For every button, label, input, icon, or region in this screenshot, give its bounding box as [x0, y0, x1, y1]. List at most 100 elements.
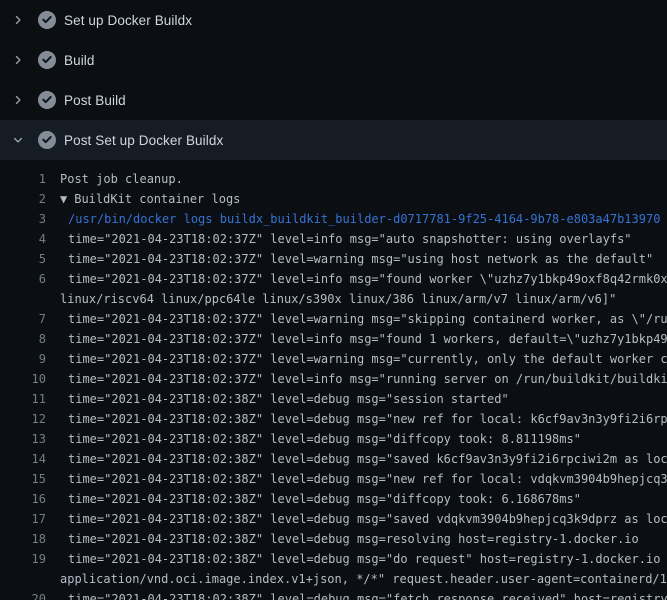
log-line-number[interactable]: 5	[0, 249, 46, 269]
check-circle-icon	[38, 131, 56, 149]
log-line-content: time="2021-04-23T18:02:37Z" level=warnin…	[68, 252, 653, 266]
log-line-content: time="2021-04-23T18:02:38Z" level=debug …	[68, 472, 667, 486]
log-line: 20 time="2021-04-23T18:02:38Z" level=deb…	[0, 589, 667, 600]
log-line-text: time="2021-04-23T18:02:37Z" level=info m…	[46, 269, 667, 289]
log-line: 5 time="2021-04-23T18:02:37Z" level=warn…	[0, 249, 667, 269]
check-circle-icon	[38, 51, 56, 69]
log-line: 12 time="2021-04-23T18:02:38Z" level=deb…	[0, 409, 667, 429]
log-line-content: application/vnd.oci.image.index.v1+json,…	[60, 572, 667, 586]
log-line-content: /usr/bin/docker logs buildx_buildkit_bui…	[68, 212, 660, 226]
log-line-content: BuildKit container logs	[74, 192, 240, 206]
log-line: 3 /usr/bin/docker logs buildx_buildkit_b…	[0, 209, 667, 229]
log-line-text: time="2021-04-23T18:02:37Z" level=warnin…	[46, 349, 667, 369]
log-line-text: time="2021-04-23T18:02:37Z" level=info m…	[46, 329, 667, 349]
log-line-number[interactable]: 20	[0, 589, 46, 600]
step-header[interactable]: Set up Docker Buildx	[0, 0, 667, 40]
log-line-number[interactable]: 2	[0, 189, 46, 209]
log-line-number[interactable]: 11	[0, 389, 46, 409]
log-line: 13 time="2021-04-23T18:02:38Z" level=deb…	[0, 429, 667, 449]
log-line-text: time="2021-04-23T18:02:37Z" level=info m…	[46, 369, 667, 389]
log-line-content: linux/riscv64 linux/ppc64le linux/s390x …	[60, 292, 616, 306]
step-title: Post Set up Docker Buildx	[64, 133, 223, 148]
log-line-number[interactable]: 6	[0, 269, 46, 289]
log-line-content: time="2021-04-23T18:02:38Z" level=debug …	[68, 432, 581, 446]
check-circle-icon	[38, 11, 56, 29]
log-line-content: time="2021-04-23T18:02:38Z" level=debug …	[68, 452, 667, 466]
log-line: application/vnd.oci.image.index.v1+json,…	[0, 569, 667, 589]
log-line-content: time="2021-04-23T18:02:37Z" level=warnin…	[68, 312, 667, 326]
log-line-number[interactable]: 8	[0, 329, 46, 349]
log-line-number[interactable]: 16	[0, 489, 46, 509]
log-line-text: time="2021-04-23T18:02:38Z" level=debug …	[46, 449, 667, 469]
group-expanded-triangle-icon[interactable]: ▼	[60, 192, 67, 206]
log-line-content: time="2021-04-23T18:02:37Z" level=info m…	[68, 232, 632, 246]
log-line-number[interactable]: 17	[0, 509, 46, 529]
log-area: 1 Post job cleanup. 2 ▼ BuildKit containe…	[0, 160, 667, 600]
log-line-number[interactable]	[0, 289, 46, 309]
log-line: 4 time="2021-04-23T18:02:37Z" level=info…	[0, 229, 667, 249]
log-line-number[interactable]: 1	[0, 169, 46, 189]
log-line-text: time="2021-04-23T18:02:38Z" level=debug …	[46, 549, 667, 569]
log-line-text: /usr/bin/docker logs buildx_buildkit_bui…	[46, 209, 660, 229]
log-line: 11 time="2021-04-23T18:02:38Z" level=deb…	[0, 389, 667, 409]
log-line-number[interactable]: 18	[0, 529, 46, 549]
log-line: 1 Post job cleanup.	[0, 169, 667, 189]
step-header[interactable]: Post Set up Docker Buildx	[0, 120, 667, 160]
chevron-right-icon[interactable]	[12, 14, 24, 26]
log-line-content: time="2021-04-23T18:02:38Z" level=debug …	[68, 512, 667, 526]
log-line-text: time="2021-04-23T18:02:38Z" level=debug …	[46, 429, 581, 449]
log-line-text: time="2021-04-23T18:02:38Z" level=debug …	[46, 469, 667, 489]
log-line: 17 time="2021-04-23T18:02:38Z" level=deb…	[0, 509, 667, 529]
log-line-content: time="2021-04-23T18:02:38Z" level=debug …	[68, 552, 667, 566]
log-line-number[interactable]: 19	[0, 549, 46, 569]
log-line-text: time="2021-04-23T18:02:37Z" level=warnin…	[46, 249, 653, 269]
log-line-text: linux/riscv64 linux/ppc64le linux/s390x …	[46, 289, 616, 309]
log-line-text: time="2021-04-23T18:02:37Z" level=warnin…	[46, 309, 667, 329]
log-line-text: time="2021-04-23T18:02:38Z" level=debug …	[46, 529, 639, 549]
log-line-text: time="2021-04-23T18:02:38Z" level=debug …	[46, 589, 667, 600]
log-line[interactable]: 2 ▼ BuildKit container logs	[0, 189, 667, 209]
log-line-text: Post job cleanup.	[46, 169, 183, 189]
chevron-right-icon[interactable]	[12, 94, 24, 106]
actions-log-viewer: Set up Docker Buildx Build P	[0, 0, 667, 600]
log-line-number[interactable]: 12	[0, 409, 46, 429]
check-circle-icon	[38, 91, 56, 109]
step-header[interactable]: Build	[0, 40, 667, 80]
log-line: 14 time="2021-04-23T18:02:38Z" level=deb…	[0, 449, 667, 469]
log-line: linux/riscv64 linux/ppc64le linux/s390x …	[0, 289, 667, 309]
log-line-number[interactable]: 10	[0, 369, 46, 389]
log-line-number[interactable]	[0, 569, 46, 589]
log-line-content: time="2021-04-23T18:02:38Z" level=debug …	[68, 592, 667, 600]
log-line: 10 time="2021-04-23T18:02:37Z" level=inf…	[0, 369, 667, 389]
log-line: 6 time="2021-04-23T18:02:37Z" level=info…	[0, 269, 667, 289]
log-line-text: time="2021-04-23T18:02:37Z" level=info m…	[46, 229, 632, 249]
log-line-content: time="2021-04-23T18:02:37Z" level=info m…	[68, 372, 667, 386]
log-line-number[interactable]: 14	[0, 449, 46, 469]
log-line-number[interactable]: 3	[0, 209, 46, 229]
log-line-content: time="2021-04-23T18:02:38Z" level=debug …	[68, 412, 667, 426]
chevron-down-icon[interactable]	[12, 134, 24, 146]
log-line-content: time="2021-04-23T18:02:37Z" level=info m…	[68, 332, 667, 346]
log-line-number[interactable]: 9	[0, 349, 46, 369]
log-line: 9 time="2021-04-23T18:02:37Z" level=warn…	[0, 349, 667, 369]
step-title: Build	[64, 53, 95, 68]
log-line-content: Post job cleanup.	[60, 172, 183, 186]
log-line-content: time="2021-04-23T18:02:38Z" level=debug …	[68, 392, 509, 406]
log-line: 16 time="2021-04-23T18:02:38Z" level=deb…	[0, 489, 667, 509]
log-line-content: time="2021-04-23T18:02:37Z" level=warnin…	[68, 352, 667, 366]
log-line: 18 time="2021-04-23T18:02:38Z" level=deb…	[0, 529, 667, 549]
log-line-text: application/vnd.oci.image.index.v1+json,…	[46, 569, 667, 589]
log-line-content: time="2021-04-23T18:02:38Z" level=debug …	[68, 492, 581, 506]
log-line-text: ▼ BuildKit container logs	[46, 189, 240, 209]
log-line-number[interactable]: 4	[0, 229, 46, 249]
log-line: 7 time="2021-04-23T18:02:37Z" level=warn…	[0, 309, 667, 329]
step-title: Set up Docker Buildx	[64, 13, 192, 28]
log-line-content: time="2021-04-23T18:02:38Z" level=debug …	[68, 532, 639, 546]
chevron-right-icon[interactable]	[12, 54, 24, 66]
log-line: 19 time="2021-04-23T18:02:38Z" level=deb…	[0, 549, 667, 569]
step-list: Set up Docker Buildx Build P	[0, 0, 667, 160]
log-line-number[interactable]: 13	[0, 429, 46, 449]
step-header[interactable]: Post Build	[0, 80, 667, 120]
log-line-number[interactable]: 15	[0, 469, 46, 489]
log-line-number[interactable]: 7	[0, 309, 46, 329]
